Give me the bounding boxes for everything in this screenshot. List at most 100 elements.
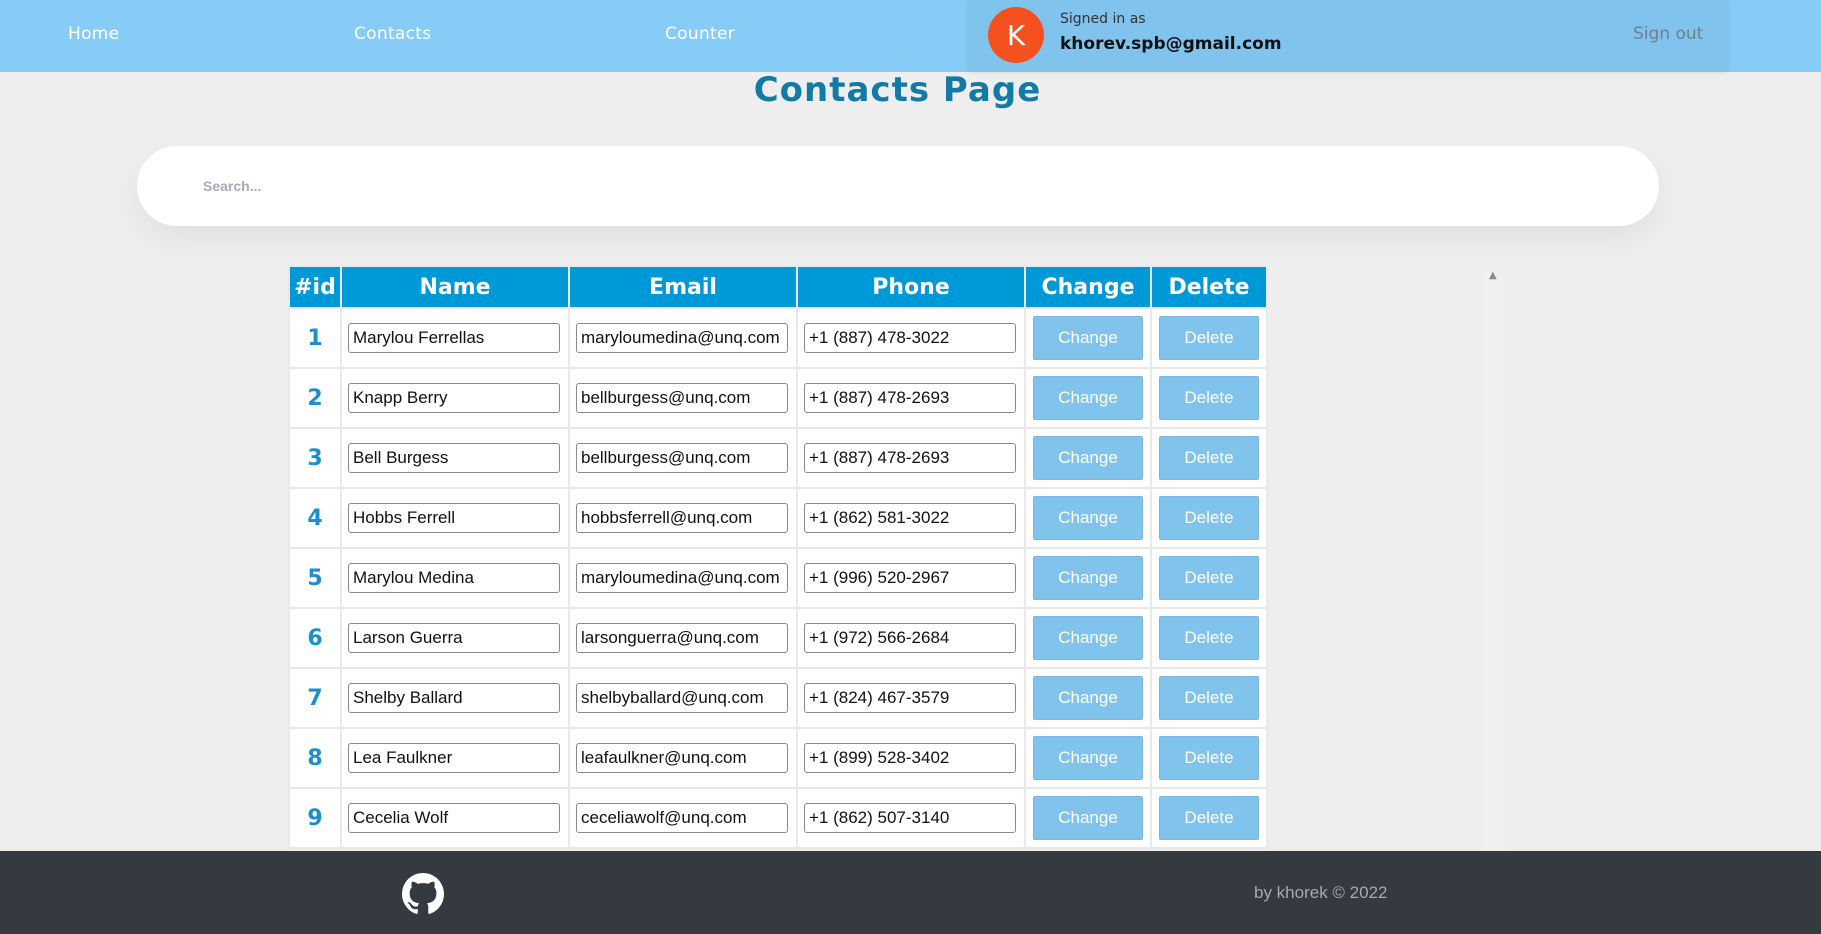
signed-in-email: khorev.spb@gmail.com bbox=[1060, 34, 1282, 54]
change-button[interactable]: Change bbox=[1033, 736, 1143, 780]
row-id: 8 bbox=[290, 729, 340, 787]
phone-input[interactable] bbox=[804, 383, 1016, 413]
phone-input[interactable] bbox=[804, 803, 1016, 833]
phone-input[interactable] bbox=[804, 683, 1016, 713]
delete-button[interactable]: Delete bbox=[1159, 436, 1259, 480]
search-input[interactable] bbox=[201, 170, 1581, 202]
name-input[interactable] bbox=[348, 563, 560, 593]
delete-button[interactable]: Delete bbox=[1159, 796, 1259, 840]
phone-input[interactable] bbox=[804, 743, 1016, 773]
footer-credit: by khorek © 2022 bbox=[1254, 883, 1388, 902]
email-input[interactable] bbox=[576, 743, 788, 773]
table-row: 3 Change Delete bbox=[290, 429, 1266, 487]
phone-input[interactable] bbox=[804, 323, 1016, 353]
name-input[interactable] bbox=[348, 503, 560, 533]
phone-input[interactable] bbox=[804, 623, 1016, 653]
name-input[interactable] bbox=[348, 383, 560, 413]
phone-input[interactable] bbox=[804, 503, 1016, 533]
name-input[interactable] bbox=[348, 803, 560, 833]
name-input[interactable] bbox=[348, 683, 560, 713]
table-row: 7 Change Delete bbox=[290, 669, 1266, 727]
name-cell bbox=[342, 729, 568, 787]
avatar[interactable]: K bbox=[988, 7, 1044, 63]
nav-home-link[interactable]: Home bbox=[68, 24, 119, 44]
delete-button[interactable]: Delete bbox=[1159, 316, 1259, 360]
change-cell: Change bbox=[1026, 309, 1150, 367]
email-input[interactable] bbox=[576, 623, 788, 653]
change-cell: Change bbox=[1026, 729, 1150, 787]
phone-cell bbox=[798, 729, 1024, 787]
email-input[interactable] bbox=[576, 503, 788, 533]
email-cell bbox=[570, 489, 796, 547]
email-input[interactable] bbox=[576, 323, 788, 353]
row-id: 9 bbox=[290, 789, 340, 847]
github-icon[interactable] bbox=[402, 873, 444, 915]
table-header-row: #id Name Email Phone Change Delete bbox=[290, 267, 1266, 307]
delete-cell: Delete bbox=[1152, 789, 1266, 847]
change-button[interactable]: Change bbox=[1033, 496, 1143, 540]
contacts-table: #id Name Email Phone Change Delete 1 Chan… bbox=[288, 265, 1268, 849]
row-id: 4 bbox=[290, 489, 340, 547]
email-cell bbox=[570, 729, 796, 787]
change-cell: Change bbox=[1026, 609, 1150, 667]
delete-button[interactable]: Delete bbox=[1159, 616, 1259, 660]
row-id: 1 bbox=[290, 309, 340, 367]
email-cell bbox=[570, 369, 796, 427]
table-body: 1ChangeDelete2ChangeDelete3ChangeDelete4… bbox=[290, 309, 1266, 847]
delete-cell: Delete bbox=[1152, 309, 1266, 367]
change-button[interactable]: Change bbox=[1033, 616, 1143, 660]
table-row: 4 Change Delete bbox=[290, 489, 1266, 547]
delete-cell: Delete bbox=[1152, 669, 1266, 727]
footer: by khorek © 2022 bbox=[0, 851, 1821, 934]
phone-input[interactable] bbox=[804, 563, 1016, 593]
change-button[interactable]: Change bbox=[1033, 436, 1143, 480]
name-input[interactable] bbox=[348, 323, 560, 353]
signed-in-label: Signed in as bbox=[1060, 11, 1146, 27]
nav-contacts-link[interactable]: Contacts bbox=[354, 24, 431, 44]
table-row: 5 Change Delete bbox=[290, 549, 1266, 607]
email-input[interactable] bbox=[576, 683, 788, 713]
email-input[interactable] bbox=[576, 803, 788, 833]
delete-button[interactable]: Delete bbox=[1159, 736, 1259, 780]
delete-cell: Delete bbox=[1152, 549, 1266, 607]
delete-button[interactable]: Delete bbox=[1159, 556, 1259, 600]
row-id: 3 bbox=[290, 429, 340, 487]
phone-cell bbox=[798, 369, 1024, 427]
delete-button[interactable]: Delete bbox=[1159, 376, 1259, 420]
name-cell bbox=[342, 309, 568, 367]
change-button[interactable]: Change bbox=[1033, 376, 1143, 420]
table-row: 1 Change Delete bbox=[290, 309, 1266, 367]
header-delete: Delete bbox=[1152, 267, 1266, 307]
name-input[interactable] bbox=[348, 623, 560, 653]
delete-button[interactable]: Delete bbox=[1159, 496, 1259, 540]
name-input[interactable] bbox=[348, 443, 560, 473]
top-navbar: Home Contacts Counter K Signed in as kho… bbox=[0, 0, 1821, 72]
email-cell bbox=[570, 429, 796, 487]
email-input[interactable] bbox=[576, 383, 788, 413]
delete-cell: Delete bbox=[1152, 609, 1266, 667]
change-cell: Change bbox=[1026, 669, 1150, 727]
delete-cell: Delete bbox=[1152, 429, 1266, 487]
phone-cell bbox=[798, 609, 1024, 667]
row-id: 6 bbox=[290, 609, 340, 667]
change-button[interactable]: Change bbox=[1033, 556, 1143, 600]
header-name: Name bbox=[342, 267, 568, 307]
name-cell bbox=[342, 609, 568, 667]
phone-cell bbox=[798, 549, 1024, 607]
change-button[interactable]: Change bbox=[1033, 676, 1143, 720]
name-cell bbox=[342, 489, 568, 547]
phone-cell bbox=[798, 309, 1024, 367]
change-button[interactable]: Change bbox=[1033, 796, 1143, 840]
header-change: Change bbox=[1026, 267, 1150, 307]
email-input[interactable] bbox=[576, 443, 788, 473]
contacts-table-container: #id Name Email Phone Change Delete 1 Chan… bbox=[288, 265, 1506, 851]
email-input[interactable] bbox=[576, 563, 788, 593]
delete-button[interactable]: Delete bbox=[1159, 676, 1259, 720]
phone-input[interactable] bbox=[804, 443, 1016, 473]
name-input[interactable] bbox=[348, 743, 560, 773]
nav-counter-link[interactable]: Counter bbox=[665, 24, 735, 44]
table-row: 2 Change Delete bbox=[290, 369, 1266, 427]
name-cell bbox=[342, 429, 568, 487]
change-button[interactable]: Change bbox=[1033, 316, 1143, 360]
sign-out-link[interactable]: Sign out bbox=[1633, 24, 1703, 44]
